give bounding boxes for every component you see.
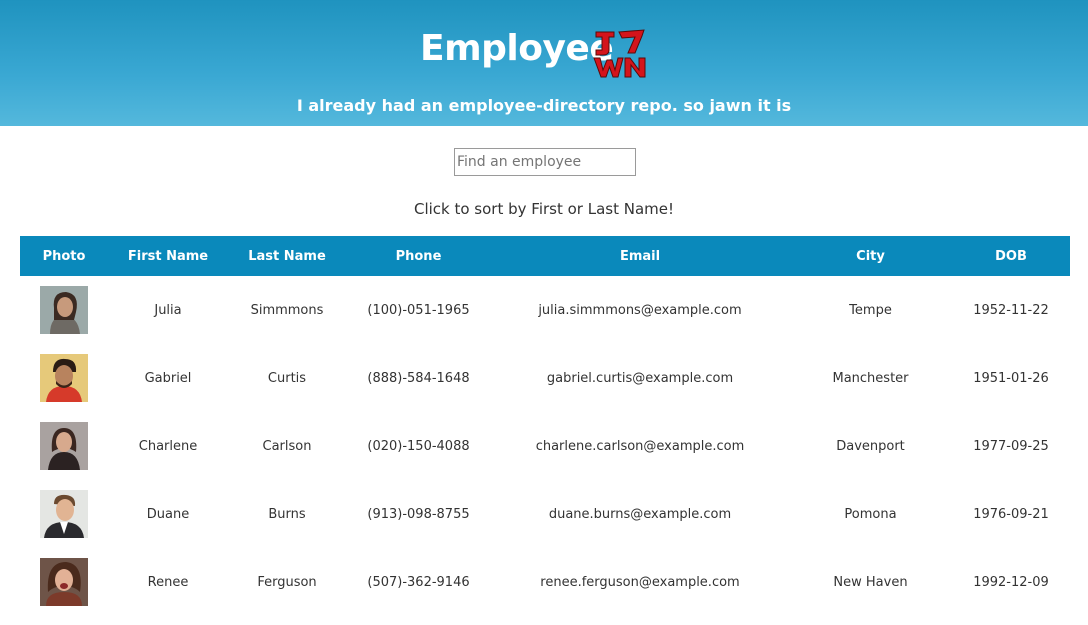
employee-photo: [40, 286, 88, 334]
page-subtitle: I already had an employee-directory repo…: [296, 96, 792, 115]
employee-photo: [40, 490, 88, 538]
column-header-dob: DOB: [952, 236, 1070, 276]
employee-photo: [40, 354, 88, 402]
page-title: Employee: [420, 28, 614, 69]
cell-first-name: Gabriel: [144, 370, 192, 386]
employee-table: Photo First Name Last Name Phone Email C…: [20, 236, 1070, 616]
employee-photo: [40, 558, 88, 606]
page-header: Employee I already had an employee-direc…: [0, 0, 1088, 126]
table-header-row: Photo First Name Last Name Phone Email C…: [20, 236, 1070, 276]
cell-email: renee.ferguson@example.com: [540, 574, 740, 590]
column-header-photo: Photo: [20, 236, 108, 276]
table-row: Julia Simmmons (100)-051-1965 julia.simm…: [20, 276, 1070, 344]
cell-last-name: Ferguson: [257, 574, 317, 590]
cell-dob: 1992-12-09: [973, 574, 1049, 590]
cell-phone: (888)-584-1648: [367, 370, 470, 386]
cell-first-name: Renee: [147, 574, 189, 590]
column-header-email: Email: [491, 236, 789, 276]
table-row: Renee Ferguson (507)-362-9146 renee.ferg…: [20, 548, 1070, 616]
cell-email: charlene.carlson@example.com: [535, 438, 745, 454]
cell-first-name: Duane: [146, 506, 190, 522]
cell-first-name: Julia: [154, 302, 182, 318]
cell-city: Pomona: [844, 506, 897, 522]
table-row: Duane Burns (913)-098-8755 duane.burns@e…: [20, 480, 1070, 548]
cell-city: Tempe: [849, 302, 892, 318]
cell-dob: 1952-11-22: [973, 302, 1049, 318]
column-header-first-name[interactable]: First Name: [108, 236, 228, 276]
cell-phone: (020)-150-4088: [367, 438, 470, 454]
cell-last-name: Burns: [268, 506, 306, 522]
cell-phone: (507)-362-9146: [367, 574, 470, 590]
column-header-city: City: [789, 236, 952, 276]
cell-phone: (100)-051-1965: [367, 302, 470, 318]
search-input[interactable]: [454, 148, 636, 176]
cell-last-name: Simmmons: [250, 302, 324, 318]
table-row: Charlene Carlson (020)-150-4088 charlene…: [20, 412, 1070, 480]
cell-city: Manchester: [832, 370, 909, 386]
cell-last-name: Carlson: [262, 438, 312, 454]
sort-hint: Click to sort by First or Last Name!: [413, 200, 675, 218]
cell-dob: 1976-09-21: [973, 506, 1049, 522]
cell-city: New Haven: [833, 574, 908, 590]
cell-email: gabriel.curtis@example.com: [546, 370, 734, 386]
cell-email: julia.simmmons@example.com: [538, 302, 742, 318]
cell-phone: (913)-098-8755: [367, 506, 470, 522]
cell-last-name: Curtis: [267, 370, 307, 386]
jawn-logo: [593, 29, 646, 78]
cell-city: Davenport: [836, 438, 905, 454]
column-header-phone: Phone: [346, 236, 491, 276]
column-header-last-name[interactable]: Last Name: [228, 236, 346, 276]
cell-email: duane.burns@example.com: [548, 506, 732, 522]
cell-dob: 1951-01-26: [973, 370, 1049, 386]
employee-photo: [40, 422, 88, 470]
cell-first-name: Charlene: [138, 438, 198, 454]
cell-dob: 1977-09-25: [973, 438, 1049, 454]
table-row: Gabriel Curtis (888)-584-1648 gabriel.cu…: [20, 344, 1070, 412]
